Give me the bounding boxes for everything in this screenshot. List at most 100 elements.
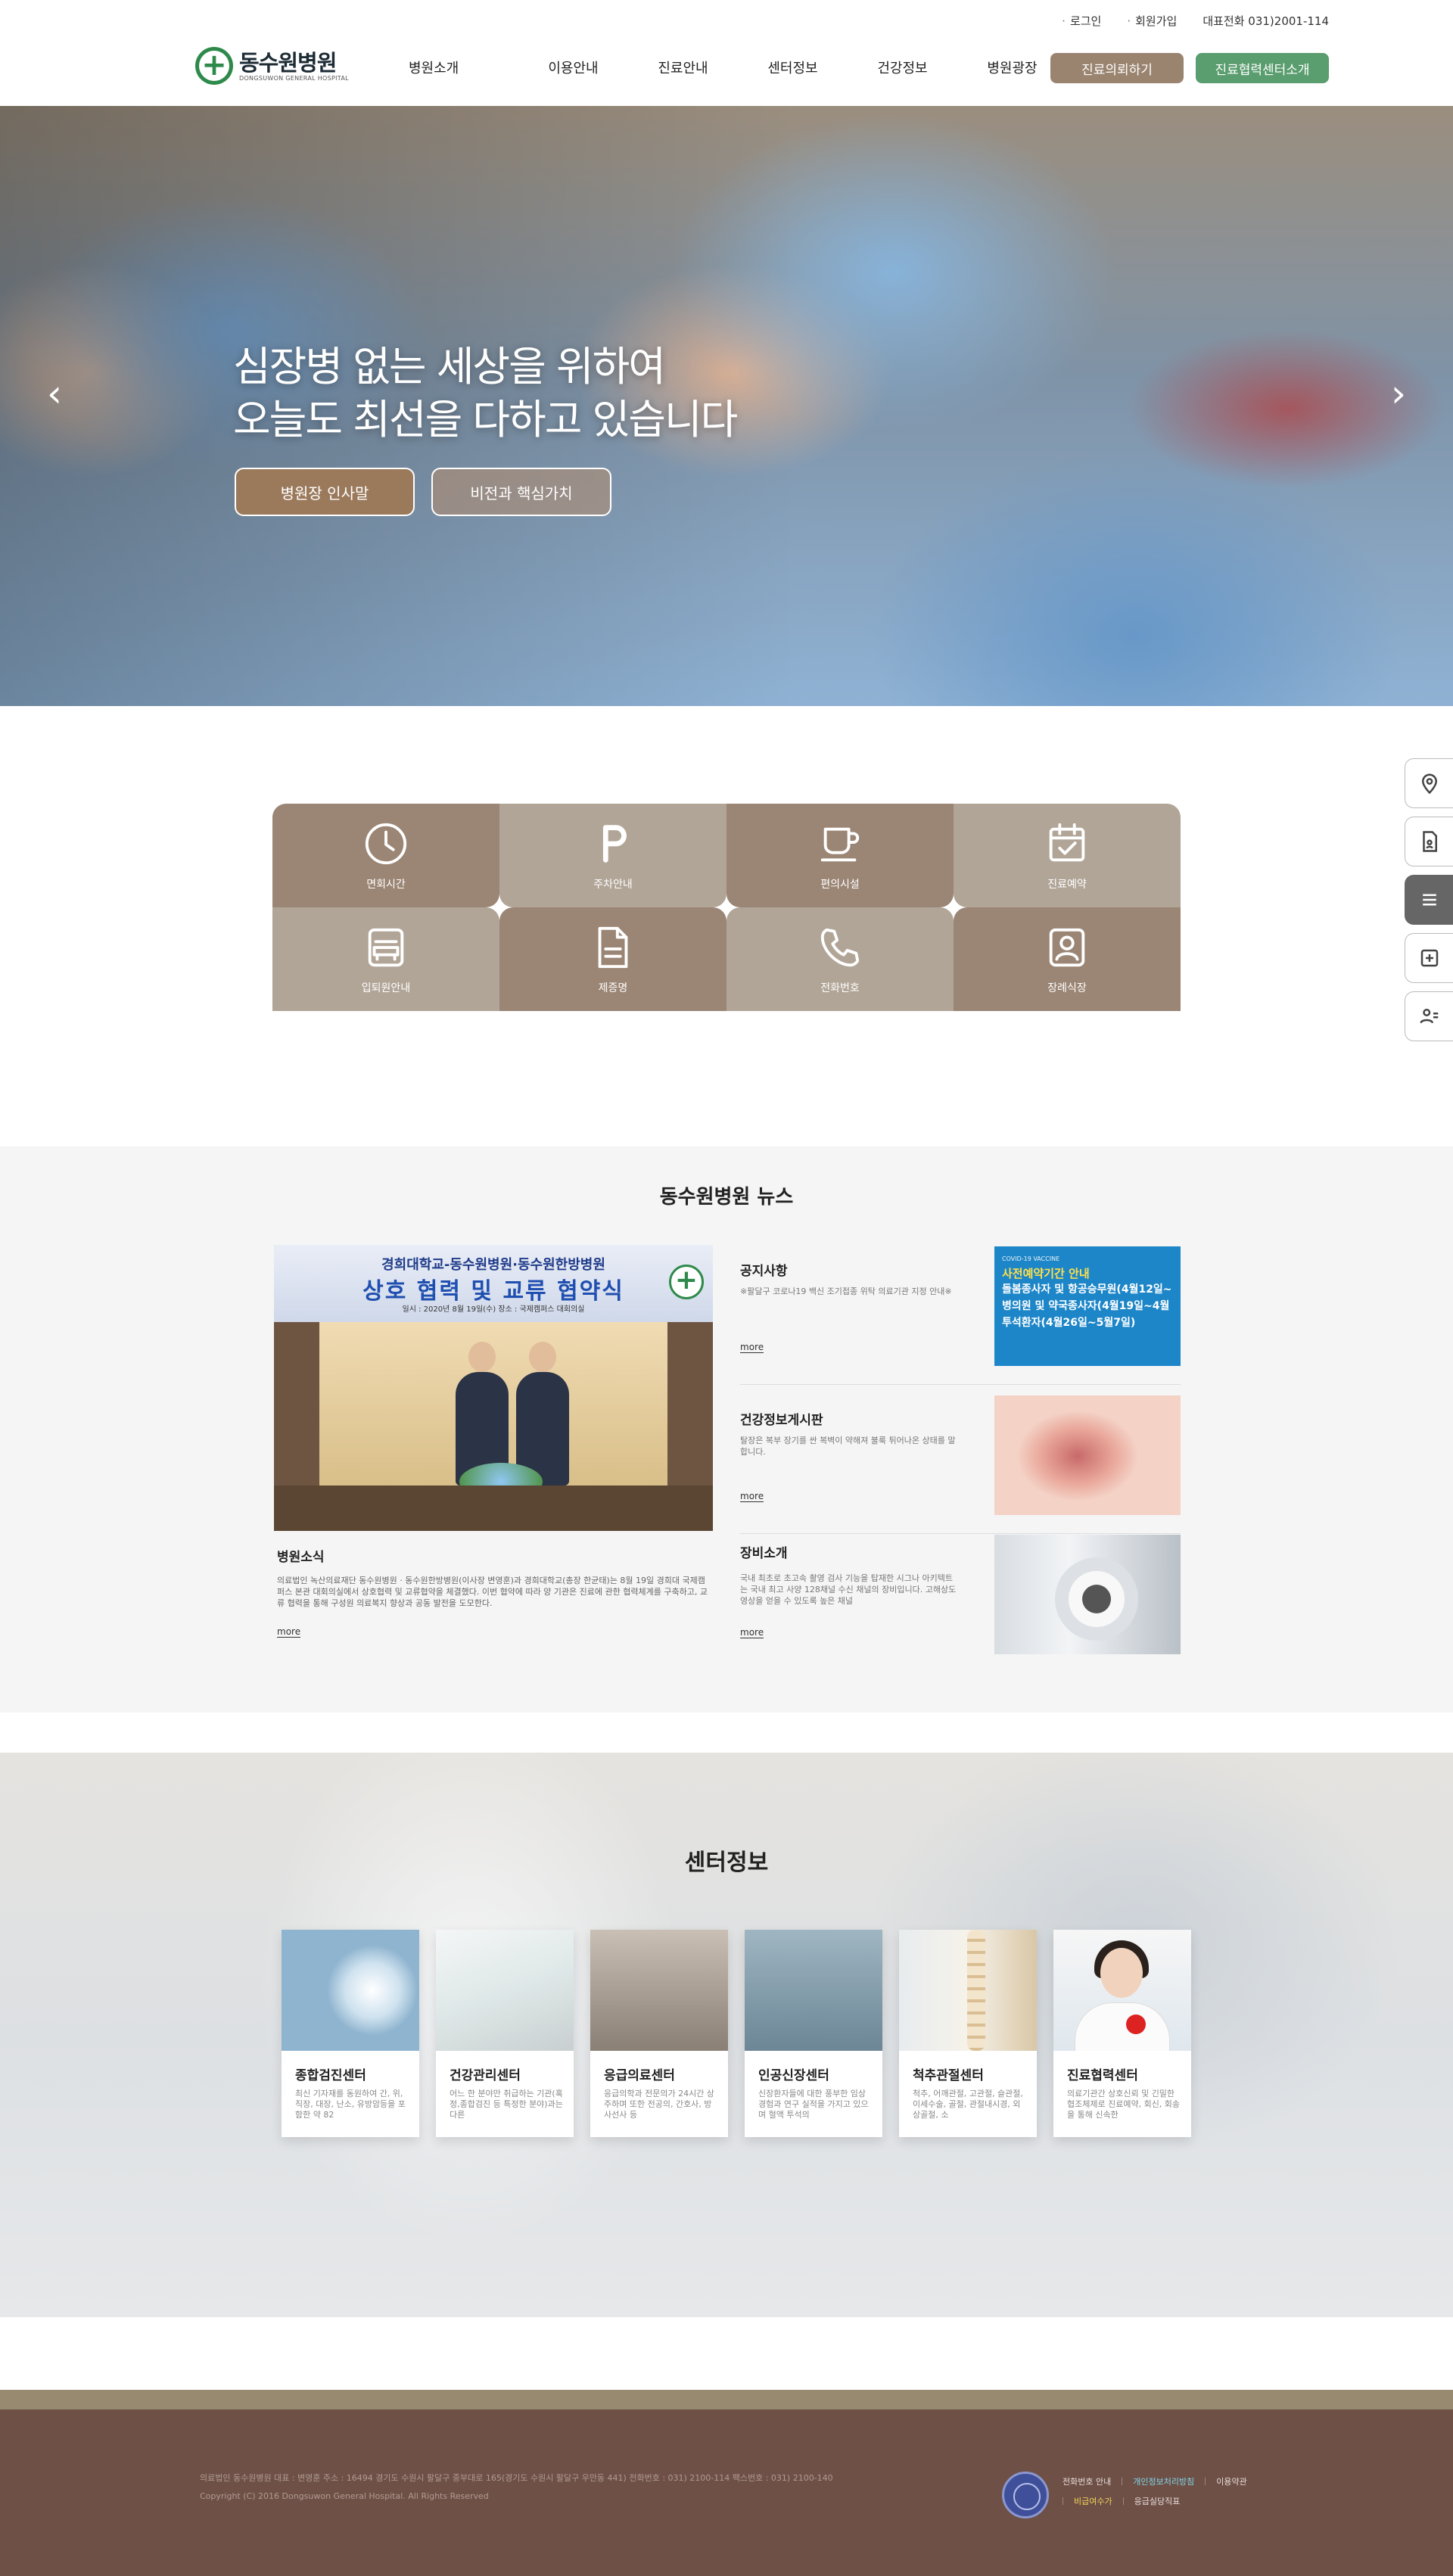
news-main-body: 의료법인 녹산의료재단 동수원병원 · 동수원한방병원(이사장 변영훈)과 경희… — [277, 1576, 708, 1608]
footer-link-er-duty[interactable]: 응급실당직표 — [1134, 2495, 1181, 2507]
news-item-body: 탈장은 복부 장기를 싼 복벽이 약해져 불룩 튀어나온 상태를 말합니다. — [740, 1436, 956, 1457]
news-main-photo[interactable]: 경희대학교-동수원병원·동수원한방병원 상호 협력 및 교류 협약식 일시 : … — [274, 1245, 713, 1531]
center-card-emergency[interactable]: 응급의료센터 응급의학과 전문의가 24시간 상주하며 또한 전공의, 간호사,… — [590, 1930, 728, 2137]
location-icon[interactable] — [1405, 758, 1453, 808]
center-image — [590, 1930, 728, 2051]
covid-vaccine-thumbnail[interactable]: COVID-19 VACCINE 사전예약기간 안내 돌봄종사자 및 항공승무원… — [994, 1246, 1181, 1366]
cooperation-center-button[interactable]: 진료협력센터소개 — [1196, 53, 1329, 83]
news-item-title[interactable]: 건강정보게시판 — [740, 1409, 823, 1428]
utility-links: 로그인 회원가입 대표전화 031)2001-114 — [1062, 13, 1329, 29]
logo-english-name: DONGSUWON GENERAL HOSPITAL — [239, 74, 349, 82]
center-card-cooperation[interactable]: 진료협력센터 의료기관간 상호신뢰 및 긴밀한 협조체제로 진료예약, 회신, … — [1053, 1930, 1191, 2137]
hospital-cross-icon[interactable] — [1405, 933, 1453, 983]
quick-certificates[interactable]: 제증명 — [499, 907, 726, 1011]
main-phone: 대표전화 031)2001-114 — [1203, 14, 1329, 28]
quick-label: 주차안내 — [593, 878, 633, 891]
news-item-notice: 공지사항 ※팔달구 코로나19 백신 조기접종 위탁 의료기관 지정 안내※ m… — [740, 1245, 1181, 1385]
hospital-logo[interactable]: 동수원병원 DONGSUWON GENERAL HOSPITAL — [195, 47, 349, 85]
nav-item-about[interactable]: 병원소개 — [409, 58, 518, 77]
news-item-body: ※팔달구 코로나19 백신 조기접종 위탁 의료기관 지정 안내※ — [740, 1286, 952, 1296]
nav-item-centers[interactable]: 센터정보 — [738, 58, 848, 77]
center-card-checkup[interactable]: 종합검진센터 최신 기자재를 동원하여 간, 위, 직장, 대장, 난소, 유방… — [282, 1930, 419, 2137]
login-link[interactable]: 로그인 — [1062, 13, 1101, 29]
news-item-more-link[interactable]: more — [740, 1627, 764, 1638]
quick-label: 장례식장 — [1047, 982, 1087, 994]
hernia-thumbnail[interactable] — [994, 1395, 1181, 1515]
center-card-desc: 최신 기자재를 동원하여 간, 위, 직장, 대장, 난소, 유방암등을 포함한… — [295, 2089, 406, 2120]
quick-label: 전화번호 — [820, 982, 860, 994]
nav-item-health[interactable]: 건강정보 — [848, 58, 957, 77]
clock-icon — [365, 823, 407, 864]
certification-seal-icon — [1002, 2472, 1049, 2518]
news-main-title[interactable]: 병원소식 — [277, 1546, 325, 1565]
center-card-spine[interactable]: 척추관절센터 척추, 어깨관절, 고관절, 슬관절, 이세수술, 골절, 관절내… — [899, 1930, 1037, 2137]
center-card-desc: 척추, 어깨관절, 고관절, 슬관절, 이세수술, 골절, 관절내시경, 외상골… — [913, 2089, 1023, 2120]
slider-next-icon[interactable]: › — [1383, 371, 1414, 416]
cafe-icon — [820, 827, 860, 861]
vision-button[interactable]: 비전과 핵심가치 — [431, 468, 611, 516]
quick-label: 진료예약 — [1047, 878, 1087, 891]
footer-copyright: Copyright (C) 2016 Dongsuwon General Hos… — [200, 2491, 489, 2501]
mri-thumbnail[interactable] — [994, 1535, 1181, 1654]
center-image — [1053, 1930, 1191, 2051]
quick-side-menu — [1405, 758, 1453, 1050]
quick-label: 제증명 — [598, 982, 628, 994]
slider-prev-icon[interactable]: ‹ — [39, 371, 70, 416]
main-navigation: 병원소개 이용안내 진료안내 센터정보 건강정보 병원광장 — [409, 58, 1067, 77]
center-image — [282, 1930, 419, 2051]
footer-link-phone[interactable]: 전화번호 안내 — [1063, 2475, 1111, 2487]
footer-link-privacy[interactable]: 개인정보처리방침 — [1133, 2475, 1194, 2487]
quick-admission[interactable]: 입퇴원안내 — [272, 907, 499, 1011]
news-item-health-board: 건강정보게시판 탈장은 복부 장기를 싼 복벽이 약해져 불룩 튀어나온 상태를… — [740, 1394, 1181, 1534]
news-item-title[interactable]: 장비소개 — [740, 1542, 788, 1561]
quick-label: 입퇴원안내 — [361, 982, 411, 994]
quick-service-grid: 면회시간 주차안내 편의시설 진료예약 입퇴원안내 제증명 전화번호 장례식장 — [272, 804, 1181, 1011]
quick-visiting-hours[interactable]: 면회시간 — [272, 804, 499, 907]
footer-links: 전화번호 안내 개인정보처리방침 이용약관 비급여수가 응급실당직표 — [1063, 2472, 1247, 2511]
center-card-health[interactable]: 건강관리센터 어느 한 분야만 취급하는 기관(혹정,종합검진 등 특정한 분야… — [436, 1930, 574, 2137]
hero-headline-1: 심장병 없는 세상을 위하여 — [233, 343, 666, 390]
center-card-title: 종합검진센터 — [295, 2068, 366, 2083]
quick-parking[interactable]: 주차안내 — [499, 804, 726, 907]
calendar-check-icon — [1049, 823, 1085, 861]
center-card-desc: 응급의학과 전문의가 24시간 상주하며 또한 전공의, 간호사, 방사선사 등 — [604, 2089, 714, 2120]
hero-buttons: 병원장 인사말 비전과 핵심가치 — [235, 468, 611, 516]
consult-request-button[interactable]: 진료의뢰하기 — [1050, 53, 1184, 83]
logo-korean-name: 동수원병원 — [239, 49, 337, 76]
signup-link[interactable]: 회원가입 — [1127, 13, 1177, 29]
news-item-title[interactable]: 공지사항 — [740, 1260, 788, 1279]
center-info-section: 센터정보 종합검진센터 최신 기자재를 동원하여 간, 위, 직장, 대장, 난… — [0, 1753, 1453, 2317]
quick-phone[interactable]: 전화번호 — [726, 907, 954, 1011]
quick-funeral[interactable]: 장례식장 — [954, 907, 1181, 1011]
site-header: 로그인 회원가입 대표전화 031)2001-114 동수원병원 DONGSUW… — [0, 0, 1453, 106]
news-item-equipment: 장비소개 국내 최초로 초고속 촬영 검사 기능을 탑재한 시그나 아키텍트는 … — [740, 1535, 1181, 1682]
center-image — [899, 1930, 1037, 2051]
document-icon[interactable] — [1405, 817, 1453, 866]
certificate-icon — [598, 926, 628, 968]
ceremony-banner: 경희대학교-동수원병원·동수원한방병원 상호 협력 및 교류 협약식 일시 : … — [274, 1245, 713, 1322]
center-card-desc: 의료기관간 상호신뢰 및 긴밀한 협조체제로 진료예약, 회신, 회송을 통해 … — [1067, 2089, 1181, 2120]
news-section-title: 동수원병원 뉴스 — [659, 1186, 794, 1209]
quick-reservation[interactable]: 진료예약 — [954, 804, 1181, 907]
nav-item-treatment[interactable]: 진료안내 — [628, 58, 738, 77]
news-item-more-link[interactable]: more — [740, 1491, 764, 1502]
menu-icon[interactable] — [1405, 875, 1453, 925]
quick-facilities[interactable]: 편의시설 — [726, 804, 954, 907]
news-main-more-link[interactable]: more — [277, 1626, 301, 1638]
center-card-title: 건강관리센터 — [450, 2068, 521, 2083]
greeting-button[interactable]: 병원장 인사말 — [235, 468, 415, 516]
center-image — [436, 1930, 574, 2051]
center-card-title: 응급의료센터 — [604, 2068, 675, 2083]
center-section-title: 센터정보 — [684, 1850, 769, 1876]
news-item-more-link[interactable]: more — [740, 1342, 764, 1353]
footer-link-terms[interactable]: 이용약관 — [1216, 2475, 1246, 2487]
center-card-dialysis[interactable]: 인공신장센터 신장환자들에 대한 풍부한 임상경험과 연구 실적을 가지고 있으… — [745, 1930, 882, 2137]
footer-address: 의료법인 동수원병원 대표 : 변영훈 주소 : 16494 경기도 수원시 팔… — [200, 2473, 833, 2483]
nav-item-guide[interactable]: 이용안내 — [518, 58, 628, 77]
center-card-title: 진료협력센터 — [1067, 2068, 1138, 2083]
quick-label: 면회시간 — [366, 878, 406, 891]
people-icon[interactable] — [1405, 991, 1453, 1041]
banner-cross-icon: + — [669, 1265, 704, 1299]
center-image — [745, 1930, 882, 2051]
footer-link-fees[interactable]: 비급여수가 — [1074, 2495, 1112, 2507]
